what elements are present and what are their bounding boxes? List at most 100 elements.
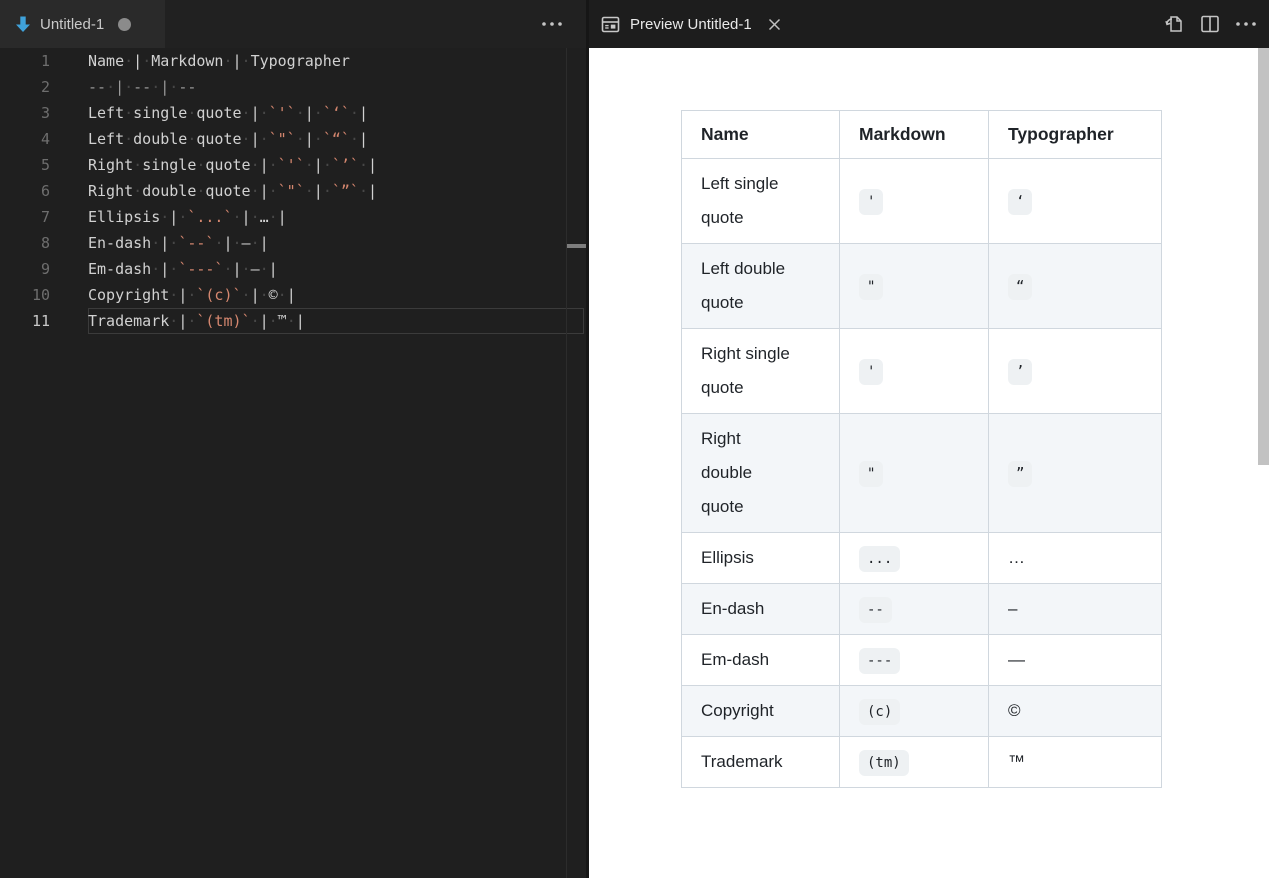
editor-line-9[interactable]: 9Em-dash·|·`---`·|·—·| (0, 256, 586, 282)
editor-line-10[interactable]: 10 Copyright·|·`(c)`·|·©·| (0, 282, 586, 308)
typographer-result: ™ (1008, 752, 1025, 771)
line-code: --·|·--·|·-- (88, 74, 196, 100)
preview-tab[interactable]: Preview Untitled-1 (589, 0, 796, 48)
cell-name: Left double quote (682, 244, 840, 329)
editor-line-3[interactable]: 3Left·single·quote·|·`'`·|·`‘`·| (0, 100, 586, 126)
line-number: 4 (0, 126, 50, 152)
typographer-result: — (1008, 650, 1025, 669)
cell-name: Left single quote (682, 159, 840, 244)
line-code: Left·double·quote·|·`"`·|·`“`·| (88, 126, 368, 152)
editor-code-area[interactable]: 1 Name·|·Markdown·|·Typographer 2 --·|·--·|… (0, 48, 586, 878)
line-code: Name·|·Markdown·|·Typographer (88, 48, 350, 74)
cell-typographer: ™ (989, 737, 1162, 788)
typographer-result: … (1008, 548, 1025, 567)
table-header-name: Name (682, 111, 840, 159)
cell-typographer: ‘ (989, 159, 1162, 244)
line-number: 10 (0, 282, 50, 308)
preview-tab-title: Preview Untitled-1 (630, 16, 752, 33)
cell-name: Em-dash (682, 635, 840, 686)
cell-typographer: ” (989, 414, 1162, 533)
inline-code-chip: " (859, 461, 883, 487)
cell-name: Ellipsis (682, 533, 840, 584)
preview-action-buttons (1159, 0, 1261, 48)
line-code: Ellipsis·|·`...`·|·…·| (88, 204, 287, 230)
cell-markdown: --- (840, 635, 989, 686)
typographer-result: – (1008, 599, 1017, 618)
inline-code-chip: (tm) (859, 750, 909, 776)
cell-name: Right double quote (682, 414, 840, 533)
cell-markdown: " (840, 414, 989, 533)
table-row: Left single quote ' ‘ (682, 159, 1162, 244)
line-code: Copyright·|·`(c)`·|·©·| (88, 282, 296, 308)
inline-code-chip: ' (859, 189, 883, 215)
inline-code-chip: ’ (1008, 359, 1032, 385)
cell-typographer: — (989, 635, 1162, 686)
cell-typographer: © (989, 686, 1162, 737)
inline-code-chip: “ (1008, 274, 1032, 300)
table-header-typographer: Typographer (989, 111, 1162, 159)
split-editor-icon[interactable] (1195, 10, 1225, 38)
cell-markdown: " (840, 244, 989, 329)
editor-line-2[interactable]: 2 --·|·--·|·-- (0, 74, 586, 100)
close-tab-icon[interactable] (764, 13, 786, 35)
cell-typographer: … (989, 533, 1162, 584)
line-number: 2 (0, 74, 50, 100)
editor-overview-ruler[interactable] (566, 48, 586, 878)
preview-tab-bar: Preview Untitled-1 (589, 0, 1269, 48)
markdown-preview-content: NameMarkdownTypographer Left single quot… (589, 48, 1269, 878)
editor-line-8[interactable]: 8 En-dash·|·`--`·|·–·| (0, 230, 586, 256)
editor-line-1[interactable]: 1 Name·|·Markdown·|·Typographer (0, 48, 586, 74)
line-number: 8 (0, 230, 50, 256)
show-source-icon[interactable] (1159, 10, 1189, 38)
cell-markdown: (c) (840, 686, 989, 737)
preview-window-icon (601, 15, 620, 34)
table-row: Left double quote" “ (682, 244, 1162, 329)
markdown-file-icon (14, 15, 32, 34)
cell-typographer: – (989, 584, 1162, 635)
line-code: Em-dash·|·`---`·|·—·| (88, 256, 278, 282)
cell-name: Trademark (682, 737, 840, 788)
preview-pane: Preview Untitled-1 (589, 0, 1269, 878)
cell-name: Right single quote (682, 329, 840, 414)
more-actions-icon[interactable] (1231, 10, 1261, 38)
inline-code-chip: (c) (859, 699, 900, 725)
table-row: Em-dash--- — (682, 635, 1162, 686)
editor-tab-bar: Untitled-1 (0, 0, 586, 48)
line-number: 6 (0, 178, 50, 204)
table-header-row: NameMarkdownTypographer (682, 111, 1162, 159)
cell-typographer: ’ (989, 329, 1162, 414)
table-header-markdown: Markdown (840, 111, 989, 159)
editor-tab-title: Untitled-1 (40, 16, 104, 33)
cell-typographer: “ (989, 244, 1162, 329)
preview-scrollbar[interactable] (1258, 48, 1269, 465)
editor-line-6[interactable]: 6Right·double·quote·|·`"`·|·`”`·| (0, 178, 586, 204)
cell-markdown: ' (840, 329, 989, 414)
table-row: Trademark (tm) ™ (682, 737, 1162, 788)
line-code: Right·single·quote·|·`'`·|·`’`·| (88, 152, 377, 178)
editor-line-11[interactable]: 11Trademark·|·`(tm)`·|·™·| (0, 308, 586, 334)
scroll-position-marker (567, 244, 587, 248)
editor-line-7[interactable]: 7 Ellipsis·|·`...`·|·…·| (0, 204, 586, 230)
modified-dot-icon (118, 18, 131, 31)
editor-tab-untitled-1[interactable]: Untitled-1 (0, 0, 165, 48)
line-number: 7 (0, 204, 50, 230)
typographer-result: © (1008, 701, 1021, 720)
editor-line-4[interactable]: 4 Left·double·quote·|·`"`·|·`“`·| (0, 126, 586, 152)
app-window: Untitled-1 1 Name·|·Markdown·|·Typographe… (0, 0, 1269, 878)
cell-markdown: ... (840, 533, 989, 584)
line-number: 1 (0, 48, 50, 74)
line-number: 11 (0, 308, 50, 334)
cell-name: En-dash (682, 584, 840, 635)
inline-code-chip: ‘ (1008, 189, 1032, 215)
editor-line-5[interactable]: 5Right·single·quote·|·`'`·|·`’`·| (0, 152, 586, 178)
line-code: Left·single·quote·|·`'`·|·`‘`·| (88, 100, 368, 126)
table-row: En-dash -- – (682, 584, 1162, 635)
inline-code-chip: ' (859, 359, 883, 385)
preview-table: NameMarkdownTypographer Left single quot… (681, 110, 1162, 788)
inline-code-chip: -- (859, 597, 892, 623)
cell-markdown: ' (840, 159, 989, 244)
editor-more-actions-button[interactable] (535, 12, 569, 36)
editor-pane: Untitled-1 1 Name·|·Markdown·|·Typographe… (0, 0, 586, 878)
line-code: En-dash·|·`--`·|·–·| (88, 230, 269, 256)
table-row: Right double quote " ” (682, 414, 1162, 533)
